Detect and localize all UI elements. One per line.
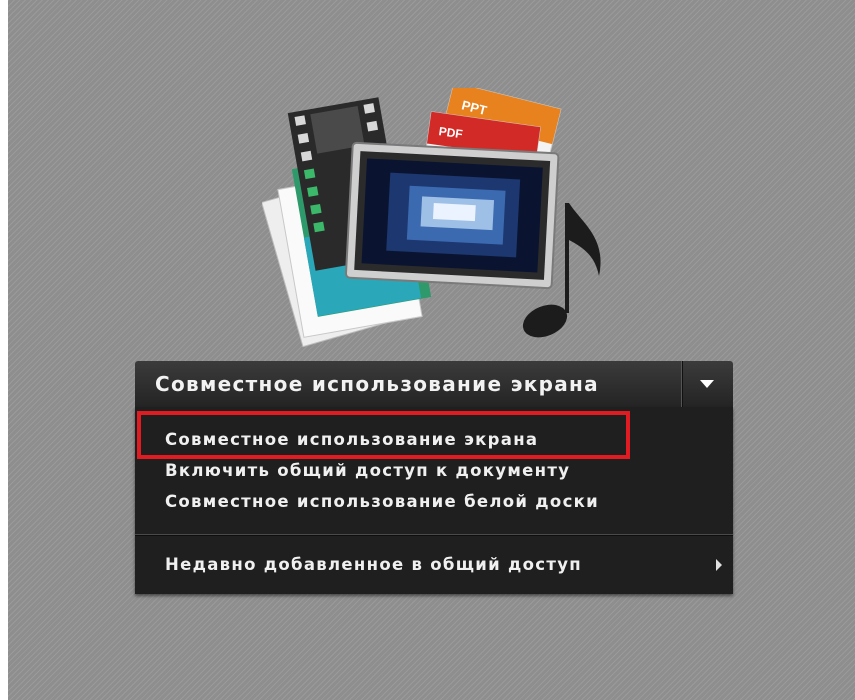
menu-item-recently-shared[interactable]: Недавно добавленное в общий доступ	[165, 550, 582, 580]
screen-icon	[344, 141, 560, 290]
share-dropdown-toggle[interactable]	[681, 361, 733, 407]
highlight-box	[137, 411, 630, 459]
menu-item-share-whiteboard[interactable]: Совместное использование белой доски	[165, 487, 599, 517]
menu-separator	[135, 534, 733, 536]
share-screen-button[interactable]: Совместное использование экрана	[135, 361, 733, 407]
share-media-illustration: PPT PDF	[262, 88, 601, 348]
chevron-down-icon	[700, 380, 714, 388]
menu-item-share-document[interactable]: Включить общий доступ к документу	[165, 456, 570, 486]
share-button-label: Совместное использование экрана	[155, 372, 599, 396]
chevron-right-icon	[716, 559, 722, 571]
